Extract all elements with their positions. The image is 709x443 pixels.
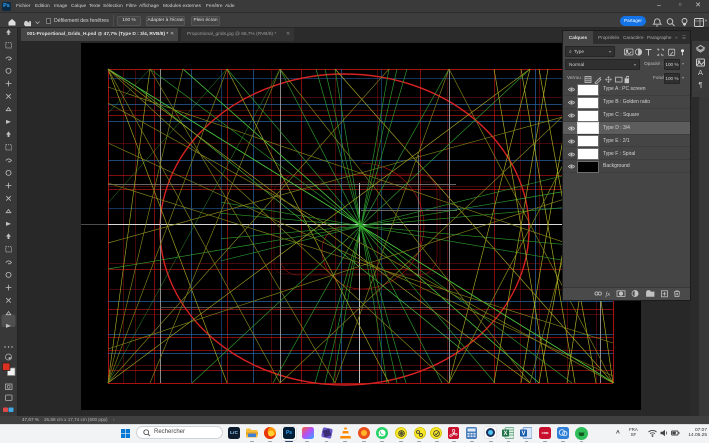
svg-text:¶: ¶ (698, 80, 702, 89)
svg-text:X: X (503, 431, 507, 437)
svg-text:fx: fx (606, 291, 611, 298)
svg-text:V: V (521, 431, 525, 437)
svg-text:A: A (698, 68, 703, 77)
